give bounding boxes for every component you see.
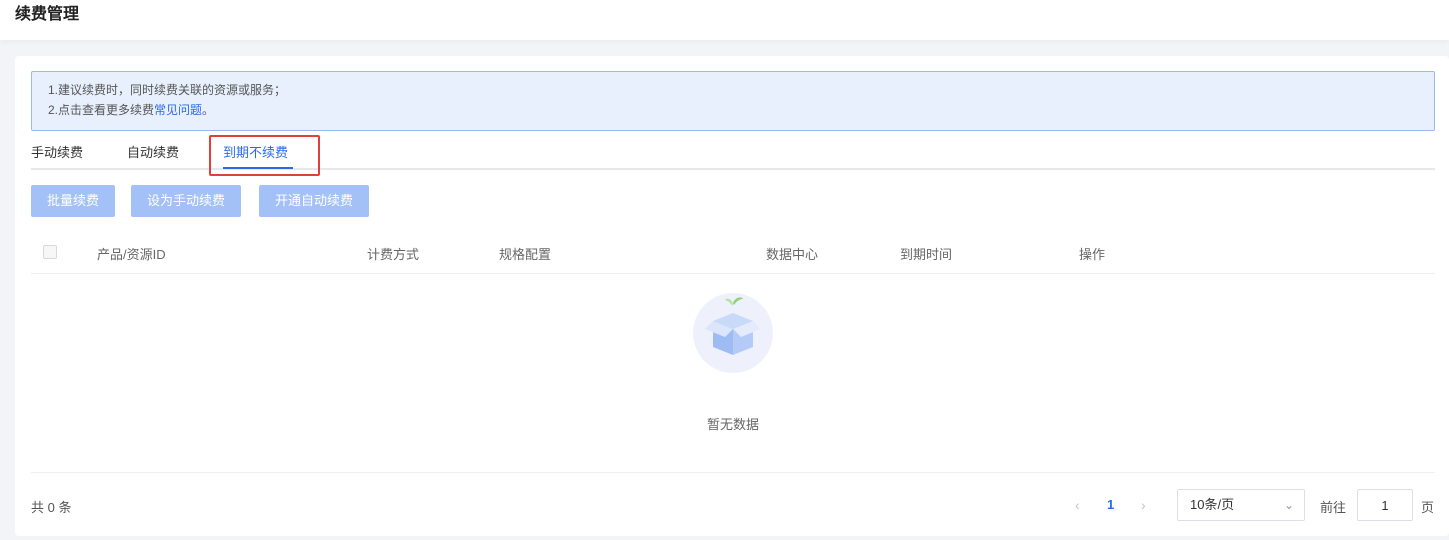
prev-page-icon[interactable]: ‹ bbox=[1075, 497, 1080, 513]
tab-manual-renewal[interactable]: 手动续费 bbox=[31, 142, 83, 161]
page-size-select[interactable]: 10条/页 ⌄ bbox=[1177, 489, 1305, 521]
top-header: 续费管理 bbox=[0, 0, 1449, 40]
notice-line-1: 1.建议续费时，同时续费关联的资源或服务； bbox=[48, 83, 287, 97]
notice-line-2-suffix: 。 bbox=[202, 103, 215, 117]
faq-link[interactable]: 常见问题 bbox=[154, 103, 202, 117]
chevron-down-icon: ⌄ bbox=[1283, 498, 1294, 512]
table-bottom-divider bbox=[31, 472, 1435, 473]
column-billing-method: 计费方式 bbox=[367, 247, 420, 262]
column-product-id: 产品/资源ID bbox=[97, 247, 166, 262]
notice-line-2: 2.点击查看更多续费常见问题。 bbox=[48, 100, 1434, 120]
highlight-annotation-box bbox=[209, 135, 320, 176]
page-size-value: 10条/页 bbox=[1190, 497, 1235, 512]
empty-state-text: 暂无数据 bbox=[706, 417, 759, 432]
column-spec-config: 规格配置 bbox=[499, 247, 552, 262]
notice-line-2-prefix: 2.点击查看更多续费 bbox=[48, 103, 155, 117]
goto-label: 前往 bbox=[1320, 500, 1347, 515]
page-unit-label: 页 bbox=[1421, 500, 1435, 515]
total-count: 共 0 条 bbox=[31, 500, 72, 515]
next-page-icon[interactable]: › bbox=[1141, 497, 1146, 513]
column-data-center: 数据中心 bbox=[766, 247, 819, 262]
goto-page-input[interactable] bbox=[1357, 489, 1413, 521]
column-expire-time: 到期时间 bbox=[900, 247, 953, 262]
current-page-number[interactable]: 1 bbox=[1107, 497, 1114, 512]
page-title: 续费管理 bbox=[15, 6, 80, 23]
batch-renew-button[interactable]: 批量续费 bbox=[31, 185, 116, 217]
empty-box-icon bbox=[693, 293, 773, 373]
table-header: 产品/资源ID 计费方式 规格配置 数据中心 到期时间 操作 bbox=[31, 234, 1435, 274]
notice-banner: 1.建议续费时，同时续费关联的资源或服务； 2.点击查看更多续费常见问题。 bbox=[31, 71, 1435, 131]
main-card: 1.建议续费时，同时续费关联的资源或服务； 2.点击查看更多续费常见问题。 手动… bbox=[15, 56, 1449, 536]
column-actions: 操作 bbox=[1079, 247, 1106, 262]
select-all-checkbox[interactable] bbox=[43, 245, 57, 259]
enable-auto-renewal-button[interactable]: 开通自动续费 bbox=[259, 185, 370, 217]
tab-auto-renewal[interactable]: 自动续费 bbox=[127, 142, 179, 161]
set-manual-renewal-button[interactable]: 设为手动续费 bbox=[131, 185, 242, 217]
